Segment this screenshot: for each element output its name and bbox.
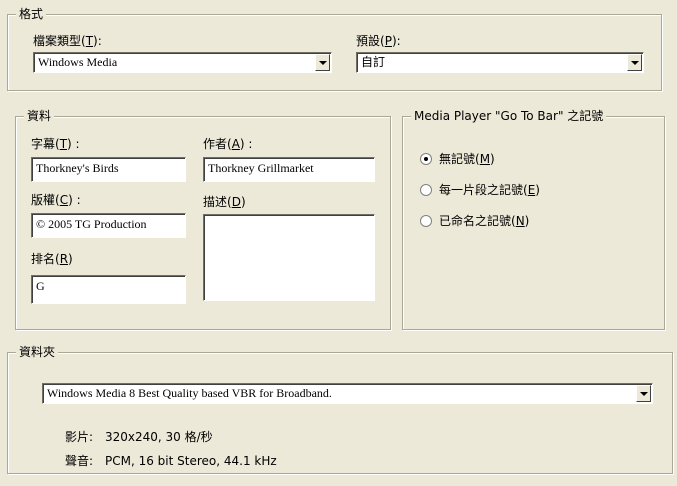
video-label: 影片:: [65, 430, 94, 444]
title-label: 字幕(T) :: [31, 137, 80, 151]
file-type-label: 檔案類型(T):: [33, 34, 102, 48]
description-field[interactable]: [203, 214, 375, 301]
goto-bar-group-legend: Media Player "Go To Bar" 之記號: [411, 108, 607, 124]
author-label: 作者(A) :: [203, 137, 253, 151]
video-value: 320x240, 30 格/秒: [105, 430, 213, 444]
profile-dropdown[interactable]: Windows Media 8 Best Quality based VBR f…: [42, 383, 653, 404]
rating-label: 排名(R): [31, 252, 73, 266]
audio-value: PCM, 16 bit Stereo, 44.1 kHz: [105, 454, 277, 468]
file-type-value: Windows Media: [38, 55, 118, 69]
preset-dropdown[interactable]: 自訂: [356, 52, 644, 73]
data-group-legend: 資料: [24, 108, 55, 124]
radio-label: 已命名之記號(N): [439, 214, 530, 228]
format-group-legend: 格式: [16, 6, 47, 22]
radio-button-icon[interactable]: [420, 153, 432, 165]
file-type-dropdown[interactable]: Windows Media: [33, 52, 332, 73]
format-group: 格式 檔案類型(T): Windows Media 預設(P): 自訂: [7, 6, 662, 91]
audio-label: 聲音:: [65, 454, 94, 468]
goto-bar-group: Media Player "Go To Bar" 之記號 無記號(M) 每一片段…: [402, 108, 665, 330]
rating-field[interactable]: G: [31, 275, 186, 304]
title-field[interactable]: Thorkney's Birds: [31, 157, 186, 182]
radio-label: 無記號(M): [439, 152, 495, 166]
preset-value: 自訂: [361, 55, 386, 69]
preset-label: 預設(P):: [356, 34, 401, 48]
author-field[interactable]: Thorkney Grillmarket: [203, 157, 375, 182]
description-label: 描述(D): [203, 195, 246, 209]
chevron-down-icon[interactable]: [627, 54, 642, 71]
data-group: 資料 字幕(T) : Thorkney's Birds 作者(A) : Thor…: [15, 108, 391, 330]
radio-button-icon[interactable]: [420, 184, 432, 196]
profile-group: 資料夾 Windows Media 8 Best Quality based V…: [7, 344, 673, 474]
copyright-field[interactable]: © 2005 TG Production: [31, 213, 186, 238]
profile-value: Windows Media 8 Best Quality based VBR f…: [47, 386, 332, 400]
chevron-down-icon[interactable]: [636, 385, 651, 402]
radio-label: 每一片段之記號(E): [439, 183, 540, 197]
copyright-label: 版權(C) :: [31, 193, 81, 207]
radio-button-icon[interactable]: [420, 215, 432, 227]
chevron-down-icon[interactable]: [315, 54, 330, 71]
profile-group-legend: 資料夾: [16, 344, 59, 360]
